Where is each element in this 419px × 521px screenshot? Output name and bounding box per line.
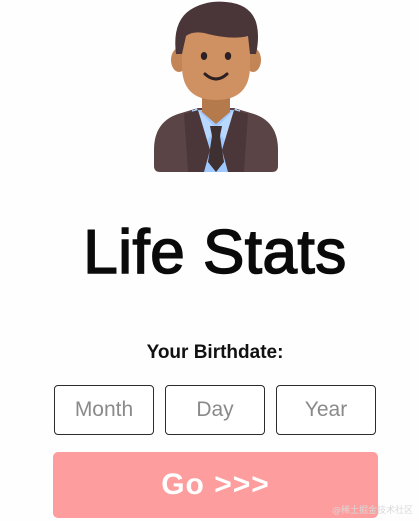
go-button[interactable]: Go >>> [53, 452, 378, 518]
year-input[interactable] [276, 385, 376, 435]
go-button-label: Go >>> [161, 468, 270, 501]
birthdate-label: Your Birthdate: [146, 342, 284, 363]
watermark: @稀土掘金技术社区 [331, 506, 413, 516]
businessman-avatar-icon [154, 1, 278, 172]
page-title: Life Stats [82, 217, 347, 288]
page: Life Stats Your Birthdate: Go >>> @稀土掘金技… [0, 0, 419, 521]
day-input[interactable] [165, 385, 265, 435]
month-input[interactable] [54, 385, 154, 435]
